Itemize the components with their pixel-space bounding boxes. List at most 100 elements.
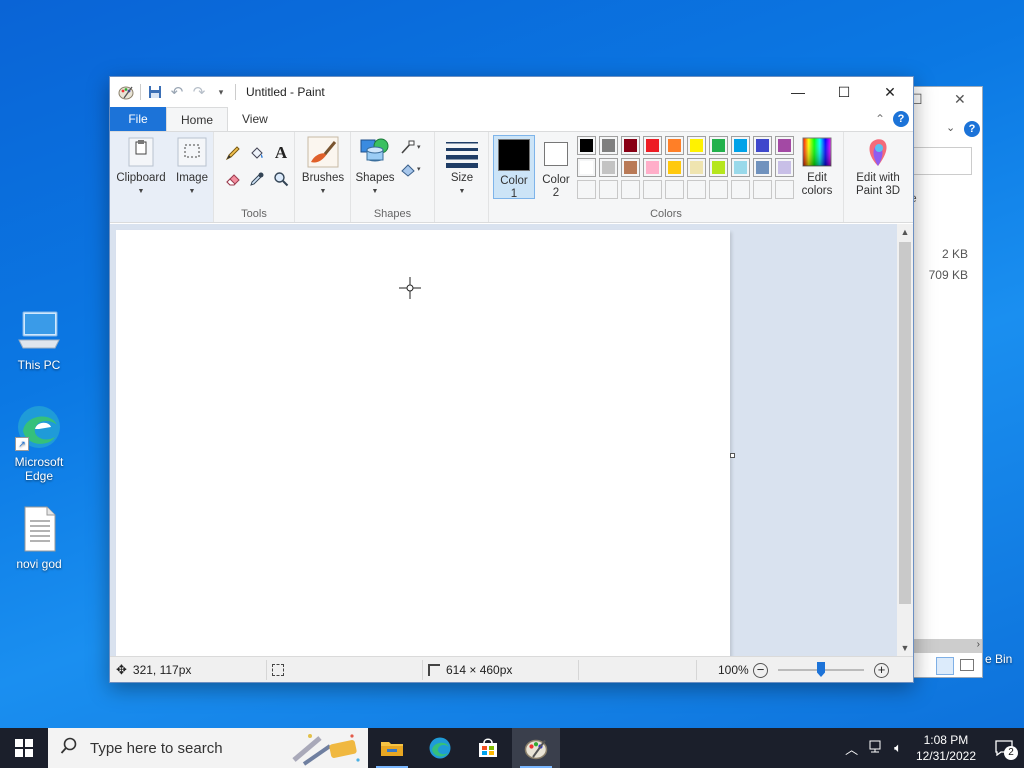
taskbar-edge[interactable]	[416, 728, 464, 768]
brushes-button[interactable]: Brushes ▼	[299, 136, 347, 198]
zoom-out-button[interactable]: −	[753, 657, 768, 683]
tab-home[interactable]: Home	[166, 107, 229, 131]
size-button[interactable]: Size ▼	[443, 136, 481, 198]
palette-color-swatch[interactable]	[775, 136, 794, 155]
palette-color-swatch[interactable]	[577, 158, 596, 177]
fill-icon[interactable]: ▾	[399, 160, 425, 178]
maximize-button[interactable]: ☐	[821, 77, 867, 107]
zoom-slider-thumb[interactable]	[817, 662, 825, 677]
palette-color-swatch[interactable]	[577, 180, 596, 199]
clipboard-button[interactable]: Clipboard ▼	[114, 136, 168, 198]
customize-qat-icon[interactable]: ▾	[213, 84, 229, 100]
image-button[interactable]: Image ▼	[173, 136, 211, 198]
palette-color-swatch[interactable]	[753, 158, 772, 177]
palette-color-swatch[interactable]	[643, 158, 662, 177]
color2-button[interactable]: Color 2	[537, 138, 575, 200]
fill-bucket-icon[interactable]	[248, 144, 266, 162]
palette-color-swatch[interactable]	[621, 136, 640, 155]
desktop-icon-this-pc[interactable]: This PC	[0, 306, 78, 372]
palette-color-swatch[interactable]	[731, 136, 750, 155]
palette-color-swatch[interactable]	[621, 158, 640, 177]
palette-color-swatch[interactable]	[731, 158, 750, 177]
palette-color-swatch[interactable]	[709, 136, 728, 155]
view-large-icons-icon[interactable]	[960, 659, 974, 671]
palette-color-swatch[interactable]	[687, 180, 706, 199]
search-box[interactable]	[906, 147, 972, 175]
scroll-down-arrow-icon[interactable]: ▼	[897, 640, 913, 656]
zoom-out-icon[interactable]: −	[753, 662, 768, 678]
palette-color-swatch[interactable]	[599, 180, 618, 199]
minimize-button[interactable]: —	[775, 77, 821, 107]
palette-color-swatch[interactable]	[775, 180, 794, 199]
explorer-window-background[interactable]: ✕ ☐ ⌄ ? e 2 KB 709 KB ›	[905, 86, 983, 678]
palette-color-swatch[interactable]	[643, 180, 662, 199]
help-icon[interactable]: ?	[893, 111, 909, 127]
color1-button[interactable]: Color 1	[493, 135, 535, 200]
palette-color-swatch[interactable]	[665, 136, 684, 155]
volume-icon[interactable]: 🔈︎	[888, 740, 908, 756]
zoom-in-icon[interactable]: +	[874, 662, 889, 678]
title-bar[interactable]: ↶ ↷ ▾ Untitled - Paint — ☐ ✕	[110, 77, 913, 107]
palette-color-swatch[interactable]	[753, 180, 772, 199]
shapes-button[interactable]: Shapes ▼	[355, 136, 395, 198]
vertical-scrollbar[interactable]: ▲ ▼	[897, 224, 913, 656]
scroll-thumb[interactable]	[899, 242, 911, 604]
help-icon[interactable]: ?	[964, 121, 980, 137]
tools-group-label: Tools	[241, 208, 267, 220]
palette-color-swatch[interactable]	[709, 180, 728, 199]
redo-icon[interactable]: ↷	[191, 84, 207, 101]
horizontal-scrollbar[interactable]: ›	[906, 639, 982, 653]
scroll-right-arrow-icon[interactable]: ›	[977, 639, 980, 650]
tab-view[interactable]: View	[228, 107, 282, 131]
undo-icon[interactable]: ↶	[169, 84, 185, 101]
palette-color-swatch[interactable]	[709, 158, 728, 177]
network-icon[interactable]	[864, 740, 888, 757]
palette-color-swatch[interactable]	[665, 180, 684, 199]
notification-center-icon[interactable]: 2	[984, 728, 1024, 768]
eraser-icon[interactable]	[224, 170, 242, 188]
edit-colors-button[interactable]: Edit colors	[797, 136, 837, 198]
desktop-icon-novi-god[interactable]: novi god	[0, 505, 78, 571]
selection-icon	[272, 664, 284, 676]
scroll-up-arrow-icon[interactable]: ▲	[897, 224, 913, 240]
pencil-icon[interactable]	[224, 144, 242, 162]
close-icon[interactable]: ✕	[954, 91, 966, 108]
taskbar-paint[interactable]	[512, 728, 560, 768]
resize-handle-right[interactable]	[730, 453, 735, 458]
recycle-bin-label[interactable]: e Bin	[985, 652, 1012, 666]
zoom-in-button[interactable]: +	[874, 657, 889, 683]
taskbar-file-explorer[interactable]	[368, 728, 416, 768]
edit-with-paint3d-button[interactable]: Edit with Paint 3D	[846, 136, 910, 198]
close-button[interactable]: ✕	[867, 77, 913, 107]
taskbar-search-box[interactable]: Type here to search	[48, 728, 368, 768]
text-icon[interactable]: A	[272, 143, 290, 162]
drawing-canvas[interactable]	[116, 230, 730, 656]
tab-file[interactable]: File	[110, 107, 166, 131]
palette-color-swatch[interactable]	[577, 136, 596, 155]
collapse-ribbon-icon[interactable]: ⌃	[875, 112, 885, 126]
chevron-down-icon[interactable]: ⌄	[946, 121, 955, 134]
show-hidden-icons-icon[interactable]: ︿	[839, 739, 864, 758]
palette-color-swatch[interactable]	[621, 180, 640, 199]
paint-window[interactable]: ↶ ↷ ▾ Untitled - Paint — ☐ ✕ File Home V…	[109, 76, 914, 683]
palette-color-swatch[interactable]	[665, 158, 684, 177]
outline-icon[interactable]: ▾	[399, 138, 425, 156]
palette-color-swatch[interactable]	[753, 136, 772, 155]
palette-color-swatch[interactable]	[643, 136, 662, 155]
color-picker-icon[interactable]	[248, 170, 266, 188]
palette-color-swatch[interactable]	[731, 180, 750, 199]
magnifier-icon[interactable]	[272, 170, 290, 188]
paint-app-icon[interactable]	[118, 84, 134, 100]
save-icon[interactable]	[147, 84, 163, 100]
desktop-icon-edge[interactable]: ↗ Microsoft Edge	[0, 403, 78, 483]
palette-color-swatch[interactable]	[687, 136, 706, 155]
palette-color-swatch[interactable]	[775, 158, 794, 177]
clock[interactable]: 1:08 PM 12/31/2022	[908, 732, 984, 764]
view-details-icon[interactable]	[936, 657, 954, 675]
palette-color-swatch[interactable]	[599, 158, 618, 177]
taskbar-store[interactable]	[464, 728, 512, 768]
palette-color-swatch[interactable]	[687, 158, 706, 177]
start-button[interactable]	[0, 728, 48, 768]
palette-color-swatch[interactable]	[599, 136, 618, 155]
image-label: Image	[176, 172, 208, 184]
